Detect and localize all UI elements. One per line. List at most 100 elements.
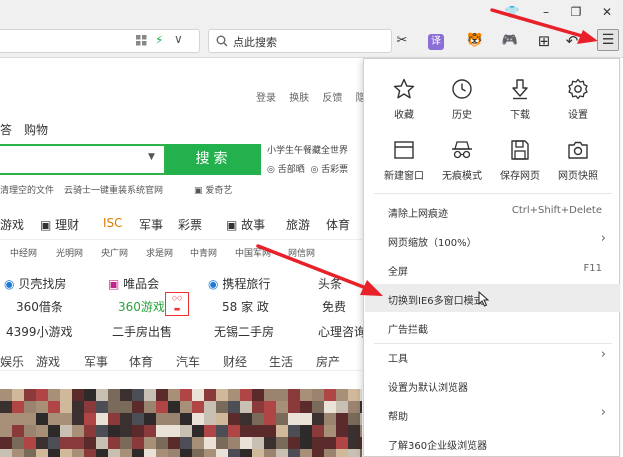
- apps-icon[interactable]: ⊞: [535, 31, 553, 51]
- menu-item-ie6-mode[interactable]: 切换到IE6多窗口模式: [365, 284, 620, 312]
- nav-item[interactable]: 答: [0, 121, 12, 138]
- chevron-down-icon[interactable]: ∨: [174, 32, 183, 46]
- caret-down-icon[interactable]: ▼: [148, 152, 155, 162]
- incognito-button[interactable]: 无痕模式: [433, 138, 491, 182]
- content-tab[interactable]: 体育: [129, 353, 153, 370]
- minimize-button[interactable]: –: [531, 0, 561, 24]
- menu-item-fullscreen[interactable]: 全屏 F11: [365, 255, 620, 283]
- game-icon[interactable]: 🎮: [500, 31, 520, 51]
- skin-icon[interactable]: 👕: [497, 0, 527, 24]
- site-grid-item[interactable]: 二手房出售: [112, 323, 172, 340]
- site-grid-item[interactable]: 360借条: [16, 298, 63, 315]
- new-window-button[interactable]: 新建窗口: [375, 138, 433, 182]
- screenshot-button[interactable]: 网页快照: [549, 138, 607, 182]
- site-link[interactable]: 中国军网: [235, 246, 271, 259]
- category-item[interactable]: 旅游: [286, 216, 310, 233]
- feedback-link[interactable]: 反馈: [322, 93, 342, 104]
- menu-item-zoom[interactable]: 网页缩放（100%） ›: [365, 226, 620, 254]
- site-grid-item[interactable]: ◉ 贝壳找房: [4, 275, 66, 292]
- mosaic-tile: [120, 437, 132, 449]
- mosaic-tile: [348, 425, 360, 437]
- grid-icon[interactable]: [136, 35, 147, 46]
- site-link[interactable]: 光明网: [56, 246, 83, 259]
- hot-news[interactable]: 小学生午餐藏全世界: [267, 143, 348, 156]
- mosaic-tile: [204, 437, 216, 449]
- recent-link[interactable]: 云骑士一键重装系统官网: [64, 183, 163, 196]
- menu-item-default-browser[interactable]: 设置为默认浏览器: [365, 371, 620, 399]
- mosaic-tile: [240, 437, 252, 449]
- mosaic-tile: [0, 449, 12, 457]
- history-button[interactable]: 历史: [433, 77, 491, 121]
- search-input[interactable]: 点此搜索: [208, 29, 392, 53]
- pet-icon[interactable]: 🐯: [466, 31, 484, 51]
- address-bar[interactable]: ⚡ ∨: [0, 29, 200, 53]
- skin-link[interactable]: 换肤: [289, 93, 309, 104]
- site-grid-item[interactable]: 360游戏: [118, 298, 165, 315]
- content-tab[interactable]: 房产: [316, 353, 340, 370]
- category-item[interactable]: 军事: [139, 216, 163, 233]
- menu-item-help[interactable]: 帮助 ›: [365, 400, 620, 428]
- menu-item-adblock[interactable]: 广告拦截: [365, 313, 620, 341]
- page-search-input[interactable]: ▼: [0, 144, 166, 175]
- category-item[interactable]: ISC: [103, 216, 123, 230]
- main-menu-button[interactable]: ☰: [597, 29, 619, 51]
- close-button[interactable]: ✕: [592, 0, 622, 24]
- site-grid-item[interactable]: ▣ 唯品会: [108, 275, 159, 292]
- menu-item-label: 设置为默认浏览器: [388, 383, 468, 394]
- category-item[interactable]: 游戏: [0, 216, 24, 233]
- site-grid-item[interactable]: 免费: [322, 298, 346, 315]
- mosaic-tile: [264, 401, 276, 413]
- content-tab[interactable]: 游戏: [36, 353, 60, 370]
- category-item[interactable]: ▣ 故事: [226, 216, 265, 233]
- mosaic-tile: [0, 413, 12, 425]
- translate-icon[interactable]: 译: [427, 31, 445, 51]
- recent-link[interactable]: 清理空的文件: [0, 183, 54, 196]
- blurred-image[interactable]: [0, 389, 362, 457]
- menu-item-enterprise[interactable]: 了解360企业级浏览器: [365, 429, 620, 457]
- bolt-icon[interactable]: ⚡: [155, 33, 163, 47]
- category-item[interactable]: 体育: [326, 216, 350, 233]
- site-grid-item[interactable]: 58 家 政: [222, 298, 269, 315]
- maximize-button[interactable]: ❐: [561, 0, 591, 24]
- site-grid-item[interactable]: 心理咨询: [318, 323, 366, 340]
- mosaic-tile: [312, 437, 324, 449]
- main-menu: 收藏 历史 下载 设置 新建窗口 无痕模式 保存网页 网页快照 清除上网痕迹 C…: [363, 58, 620, 457]
- toolbar: ⚡ ∨ 点此搜索: [0, 24, 623, 58]
- mosaic-tile: [60, 449, 72, 457]
- content-tab[interactable]: 生活: [269, 353, 293, 370]
- category-item[interactable]: ▣ 理财: [40, 216, 79, 233]
- site-link[interactable]: 求是网: [146, 246, 173, 259]
- favorites-button[interactable]: 收藏: [375, 77, 433, 121]
- nav-item-shopping[interactable]: 购物: [24, 121, 48, 138]
- content-tab[interactable]: 娱乐: [0, 353, 24, 370]
- mosaic-tile: [0, 389, 12, 401]
- hot-link[interactable]: ◎ 舌部晒 ◎ 舌彩票: [267, 162, 348, 175]
- mosaic-tile: [312, 425, 324, 437]
- content-tab[interactable]: 军事: [84, 353, 108, 370]
- menu-item-tools[interactable]: 工具 ›: [365, 342, 620, 370]
- mosaic-tile: [216, 449, 228, 457]
- settings-button[interactable]: 设置: [549, 77, 607, 121]
- site-link[interactable]: 央广网: [101, 246, 128, 259]
- mosaic-tile: [324, 437, 336, 449]
- menu-item-clear-history[interactable]: 清除上网痕迹 Ctrl+Shift+Delete: [365, 197, 620, 225]
- mosaic-tile: [96, 437, 108, 449]
- save-page-button[interactable]: 保存网页: [491, 138, 549, 182]
- site-link[interactable]: 中经网: [10, 246, 37, 259]
- scissors-icon[interactable]: ✂: [393, 31, 411, 51]
- undo-icon[interactable]: ↶: [563, 31, 581, 51]
- site-grid-item[interactable]: 头条: [318, 275, 342, 292]
- site-grid-item[interactable]: 无锡二手房: [214, 323, 274, 340]
- category-item[interactable]: 彩票: [178, 216, 202, 233]
- site-grid-item[interactable]: ◉ 携程旅行: [208, 275, 270, 292]
- recent-link[interactable]: ▣ 爱奇艺: [194, 183, 232, 196]
- downloads-button[interactable]: 下载: [491, 77, 549, 121]
- site-grid-item[interactable]: 4399小游戏: [6, 323, 73, 340]
- login-link[interactable]: 登录: [256, 93, 276, 104]
- content-tab[interactable]: 财经: [223, 353, 247, 370]
- mosaic-tile: [192, 437, 204, 449]
- site-link[interactable]: 中青网: [190, 246, 217, 259]
- page-search-button[interactable]: 搜索: [166, 144, 261, 175]
- content-tab[interactable]: 汽车: [176, 353, 200, 370]
- site-link[interactable]: 网信网: [288, 246, 315, 259]
